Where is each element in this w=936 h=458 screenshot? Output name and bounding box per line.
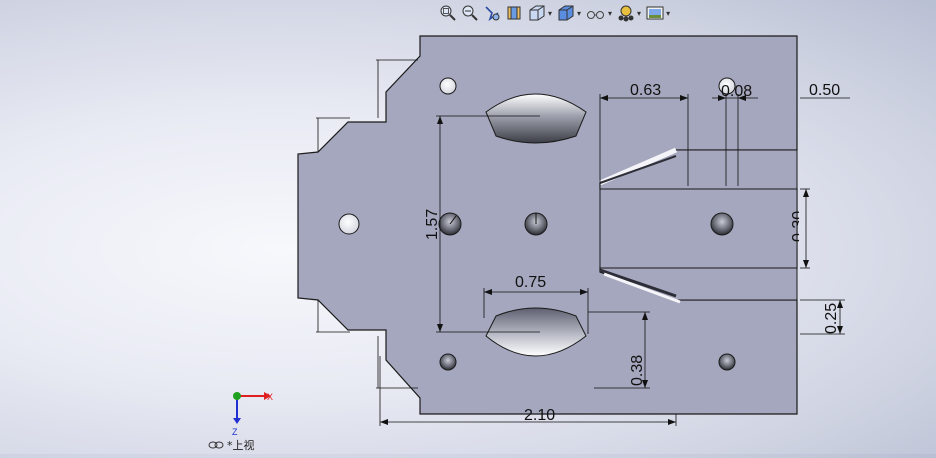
chevron-down-icon: ▾ — [608, 8, 613, 18]
tongue-tab[interactable] — [599, 188, 798, 269]
section-view-icon — [507, 6, 521, 20]
triad-y-axis — [233, 392, 241, 400]
zoom-to-fit-icon — [440, 5, 456, 21]
heads-up-view-toolbar: ▾ ▾ ▾ ▾ ▾ — [438, 2, 671, 24]
previous-view-button[interactable] — [482, 3, 502, 23]
section-view-button[interactable] — [504, 3, 524, 23]
dim-0-25[interactable]: 0.25 — [823, 303, 840, 334]
hide-show-items-icon — [587, 11, 605, 19]
chevron-down-icon: ▾ — [666, 8, 671, 18]
apply-scene-button[interactable]: ▾ — [644, 3, 671, 23]
reference-triad: X Z — [232, 392, 273, 437]
hole-tongue[interactable] — [710, 212, 734, 236]
edit-appearance-button[interactable]: ▾ — [615, 3, 642, 23]
dim-2-10[interactable]: 2.10 — [524, 407, 555, 424]
chevron-down-icon: ▾ — [577, 8, 582, 18]
hole-left[interactable] — [338, 213, 360, 235]
hole-bottom-left[interactable] — [439, 353, 457, 371]
view-orientation-icon — [529, 5, 545, 21]
chevron-down-icon: ▾ — [548, 8, 553, 18]
hide-show-items-button[interactable]: ▾ — [584, 3, 613, 23]
dim-0-63[interactable]: 0.63 — [630, 82, 661, 99]
dim-0-08[interactable]: 0.08 — [721, 83, 752, 100]
triad-x-label: X — [267, 392, 273, 402]
model-canvas[interactable]: 0.63 0.08 0.50 1.57 0.75 0.38 0.25 2.10 … — [0, 0, 936, 454]
dim-1-57[interactable]: 1.57 — [424, 209, 441, 240]
apply-scene-icon — [646, 6, 664, 20]
link-views-icon[interactable] — [208, 440, 224, 450]
zoom-to-area-icon — [462, 5, 478, 21]
triad-z-arrow — [233, 418, 241, 424]
edit-appearance-icon — [618, 5, 634, 22]
zoom-to-fit-button[interactable] — [438, 3, 458, 23]
view-orientation-button[interactable]: ▾ — [526, 3, 553, 23]
dim-0-50[interactable]: 0.50 — [809, 82, 840, 99]
dim-0-75[interactable]: 0.75 — [515, 274, 546, 291]
dim-0-30[interactable]: 0.30 — [790, 211, 807, 242]
view-name-label: *上视 — [227, 439, 255, 452]
graphics-viewport[interactable]: 0.63 0.08 0.50 1.57 0.75 0.38 0.25 2.10 … — [0, 0, 936, 454]
view-name-indicator: *上视 — [208, 437, 255, 453]
zoom-to-area-button[interactable] — [460, 3, 480, 23]
hole-bottom-right[interactable] — [718, 353, 736, 371]
previous-view-icon — [485, 6, 500, 22]
triad-z-label: Z — [232, 427, 238, 437]
display-style-button[interactable]: ▾ — [555, 3, 582, 23]
dim-0-38[interactable]: 0.38 — [629, 355, 646, 386]
hole-top-left[interactable] — [439, 77, 457, 95]
chevron-down-icon: ▾ — [637, 8, 642, 18]
display-style-icon — [558, 5, 574, 21]
